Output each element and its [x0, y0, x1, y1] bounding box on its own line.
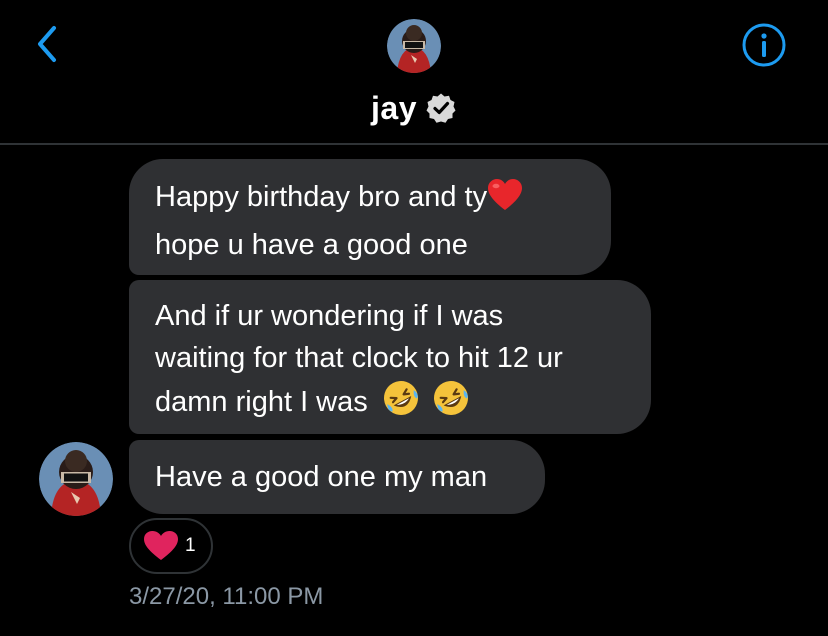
rolling-laughing-emoji: [382, 379, 420, 429]
info-button[interactable]: [741, 22, 787, 68]
avatar-image: [39, 442, 113, 516]
contact-name: jay: [371, 89, 417, 126]
red-heart-emoji: [487, 178, 523, 224]
message-timestamp: 3/27/20, 11:00 PM: [129, 583, 324, 610]
sender-avatar[interactable]: [39, 442, 113, 516]
conversation-header: jay: [0, 0, 828, 143]
heart-icon: [144, 531, 178, 560]
info-icon: [742, 23, 786, 67]
message-bubble[interactable]: Happy birthday bro and ty hope u have a …: [129, 159, 611, 275]
dm-conversation-screen: jay Happy birthday bro and ty hope u hav…: [0, 0, 828, 636]
contact-avatar[interactable]: [387, 19, 441, 73]
message-line: hope u have a good one: [155, 229, 468, 261]
message-line: Have a good one my man: [155, 461, 488, 493]
message-bubble[interactable]: And if ur wondering if I was waiting for…: [129, 280, 651, 434]
reaction-count: 1: [185, 535, 196, 556]
back-button[interactable]: [30, 24, 66, 64]
message-bubble[interactable]: Have a good one my man: [129, 440, 545, 514]
header-divider: [0, 143, 828, 145]
contact-name-row[interactable]: jay: [0, 86, 828, 130]
chevron-left-icon: [38, 26, 56, 62]
message-line: Happy birthday bro and ty: [155, 176, 585, 224]
avatar-image: [387, 19, 441, 73]
message-line: And if ur wondering if I was: [155, 300, 504, 332]
rolling-laughing-emoji: [432, 379, 470, 429]
message-line: damn right I was: [155, 379, 625, 429]
verified-badge-icon: [425, 92, 457, 124]
reaction-pill[interactable]: 1: [129, 518, 213, 574]
message-line: waiting for that clock to hit 12 ur: [155, 342, 563, 374]
